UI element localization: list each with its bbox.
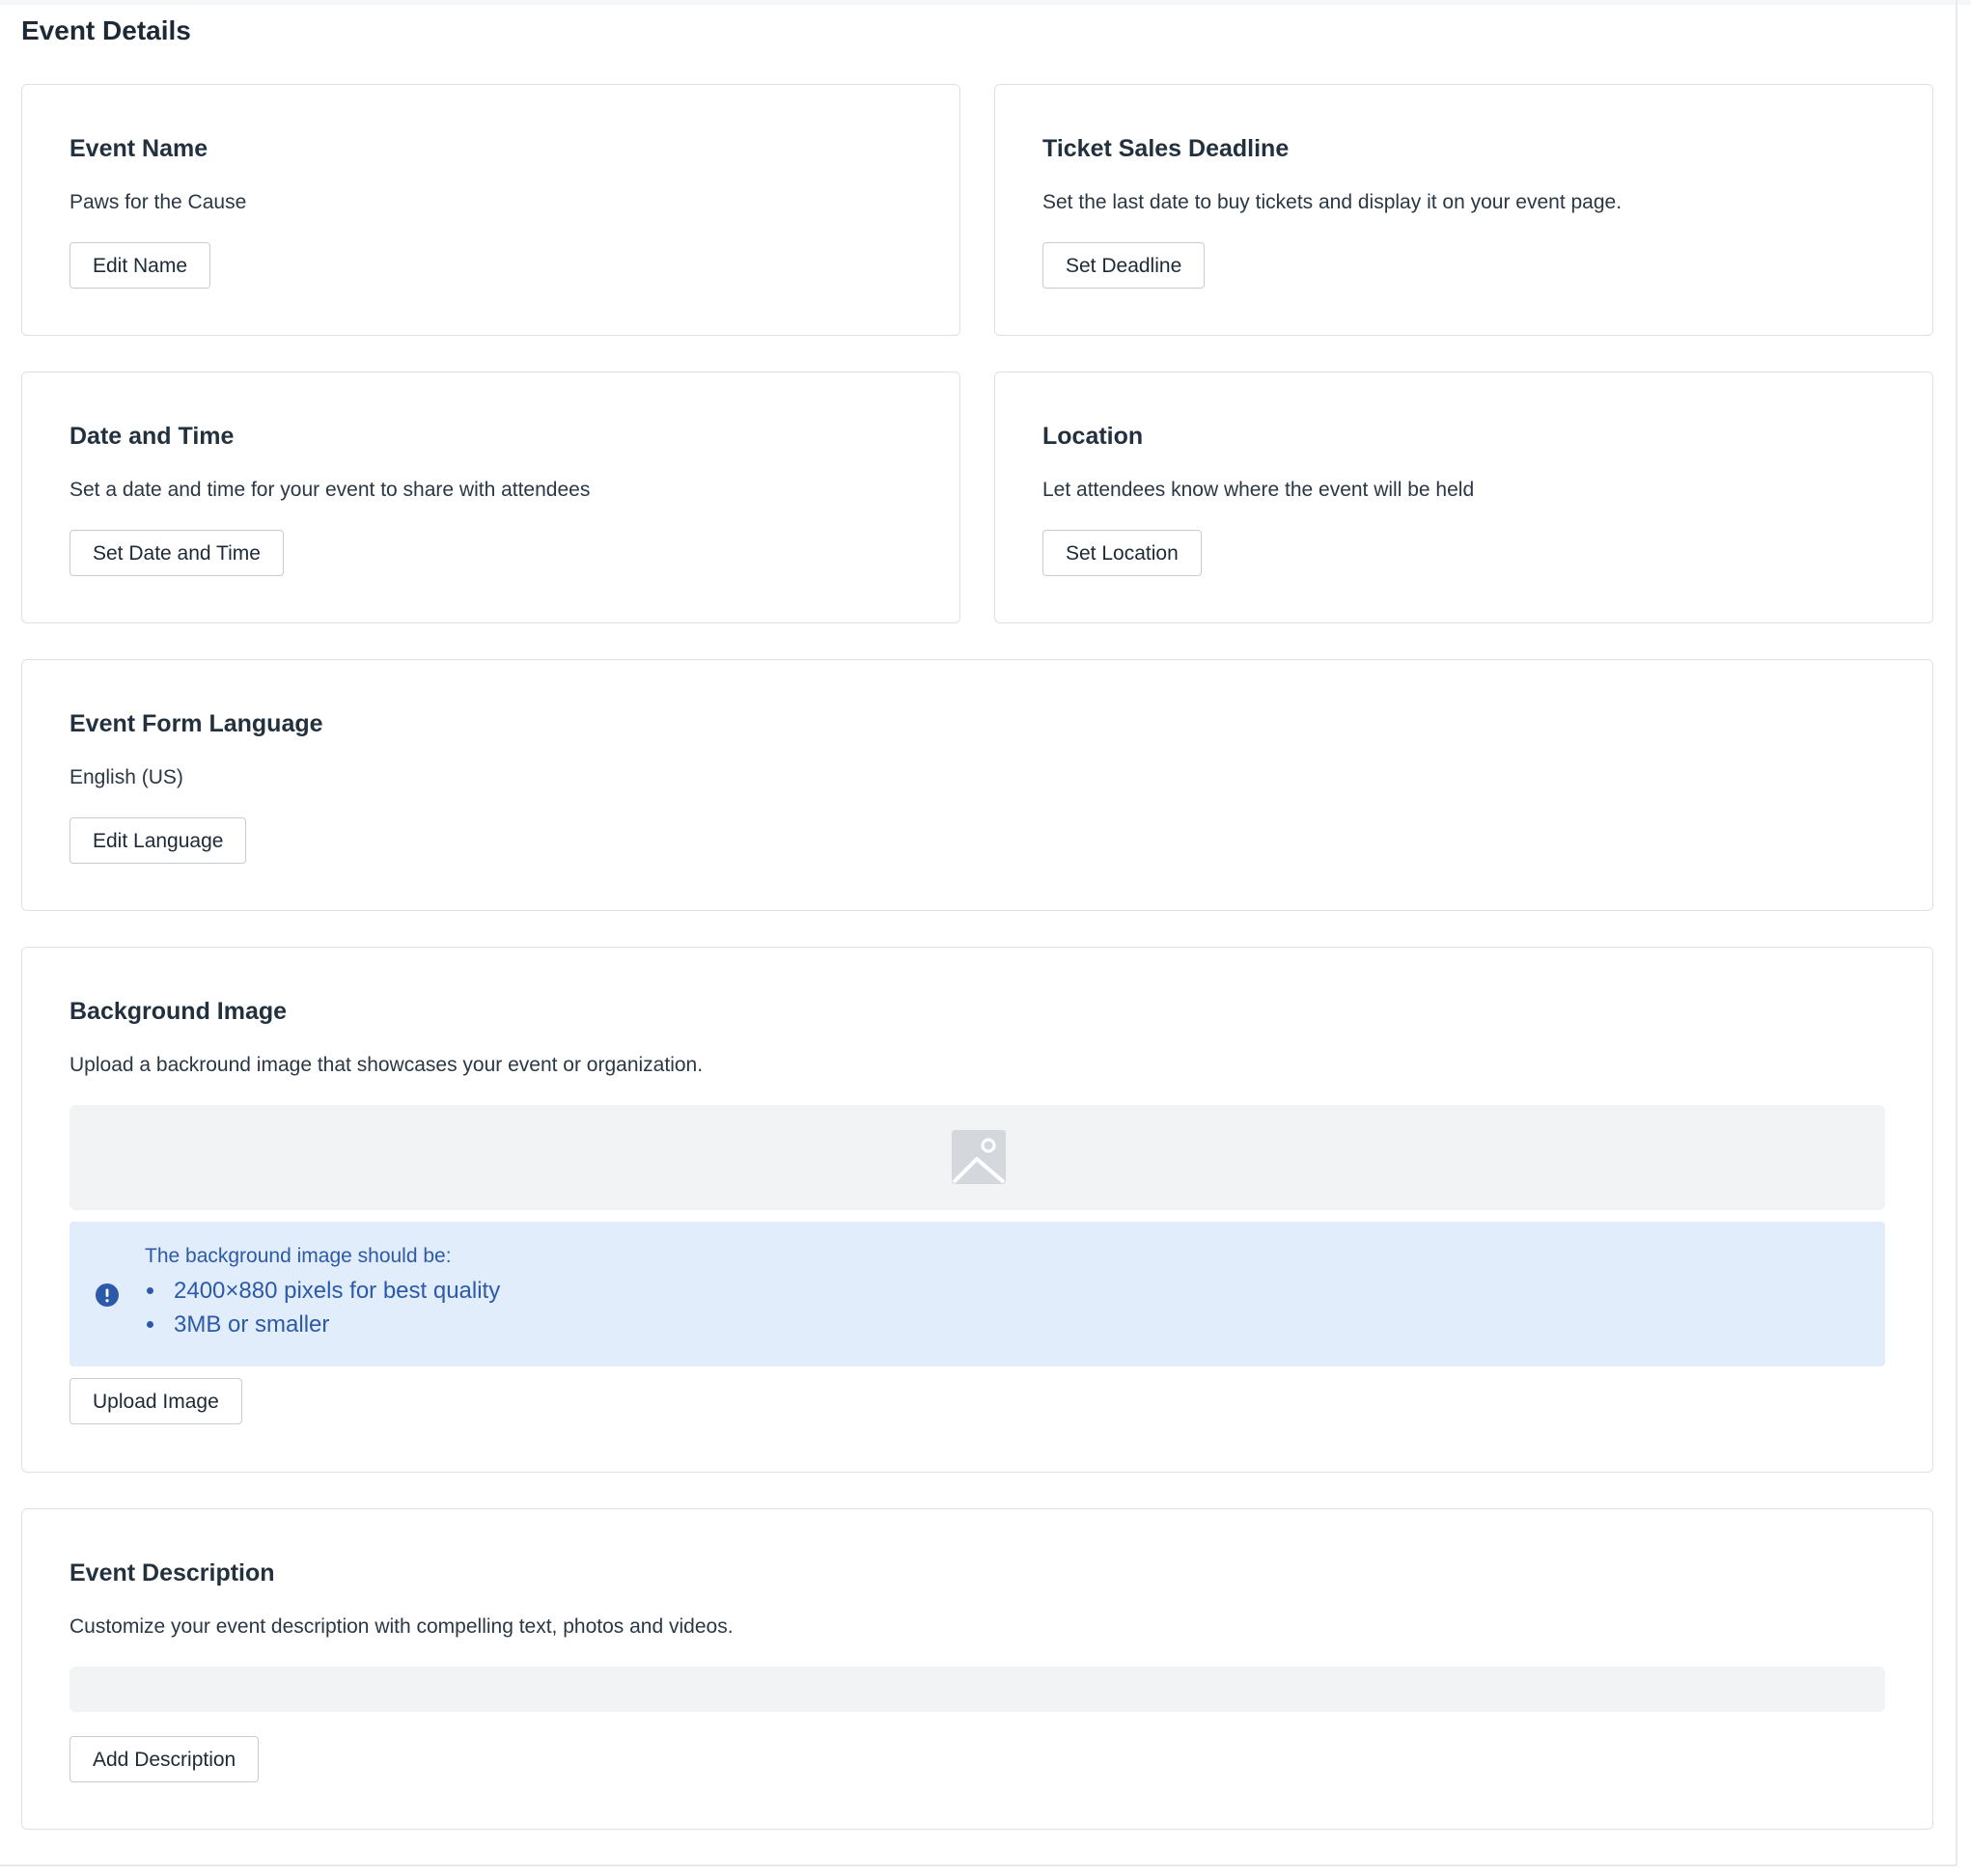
event-description-text: Customize your event description with co…	[69, 1615, 734, 1638]
location-card: Location Let attendees know where the ev…	[994, 372, 1933, 623]
scroll-edge	[1956, 0, 1957, 1866]
add-description-button[interactable]: Add Description	[69, 1736, 260, 1782]
event-description-card: Event Description Customize your event d…	[21, 1508, 1933, 1830]
background-image-description: Upload a backround image that showcases …	[69, 1054, 704, 1076]
description-preview	[69, 1667, 1885, 1712]
event-name-value: Paws for the Cause	[69, 191, 247, 213]
date-time-card: Date and Time Set a date and time for yo…	[21, 372, 960, 623]
image-drop-area[interactable]	[69, 1105, 1885, 1210]
form-language-value: English (US)	[69, 766, 183, 788]
event-description-title: Event Description	[69, 1559, 275, 1586]
location-title: Location	[1042, 423, 1144, 450]
background-image-title: Background Image	[69, 998, 288, 1025]
info-icon	[96, 1283, 119, 1307]
event-name-card: Event Name Paws for the Cause Edit Name	[21, 84, 960, 336]
date-time-description: Set a date and time for your event to sh…	[69, 479, 591, 501]
top-strip	[0, 0, 1971, 5]
info-heading: The background image should be:	[145, 1245, 452, 1267]
form-language-title: Event Form Language	[69, 710, 323, 737]
requirement-size: 2400×880 pixels for best quality	[145, 1274, 500, 1308]
background-image-card: Background Image Upload a backround imag…	[21, 947, 1933, 1473]
edit-language-button[interactable]: Edit Language	[69, 817, 247, 864]
event-details-page: Event Details Event Name Paws for the Ca…	[0, 0, 1971, 1876]
ticket-deadline-card: Ticket Sales Deadline Set the last date …	[994, 84, 1933, 336]
requirements-list: 2400×880 pixels for best quality 3MB or …	[145, 1274, 500, 1341]
requirement-filesize: 3MB or smaller	[145, 1308, 500, 1341]
bottom-edge	[0, 1864, 1957, 1866]
upload-image-button[interactable]: Upload Image	[69, 1378, 242, 1424]
image-requirements-info: The background image should be: 2400×880…	[69, 1222, 1885, 1366]
set-deadline-button[interactable]: Set Deadline	[1042, 242, 1206, 289]
page-title: Event Details	[21, 15, 191, 45]
form-language-card: Event Form Language English (US) Edit La…	[21, 659, 1933, 911]
edit-name-button[interactable]: Edit Name	[69, 242, 211, 289]
ticket-deadline-description: Set the last date to buy tickets and dis…	[1042, 191, 1623, 213]
event-name-title: Event Name	[69, 135, 208, 162]
set-location-button[interactable]: Set Location	[1042, 530, 1202, 576]
ticket-deadline-title: Ticket Sales Deadline	[1042, 135, 1290, 162]
date-time-title: Date and Time	[69, 423, 235, 450]
location-description: Let attendees know where the event will …	[1042, 479, 1475, 501]
image-placeholder-icon	[952, 1130, 1006, 1184]
set-date-time-button[interactable]: Set Date and Time	[69, 530, 284, 576]
